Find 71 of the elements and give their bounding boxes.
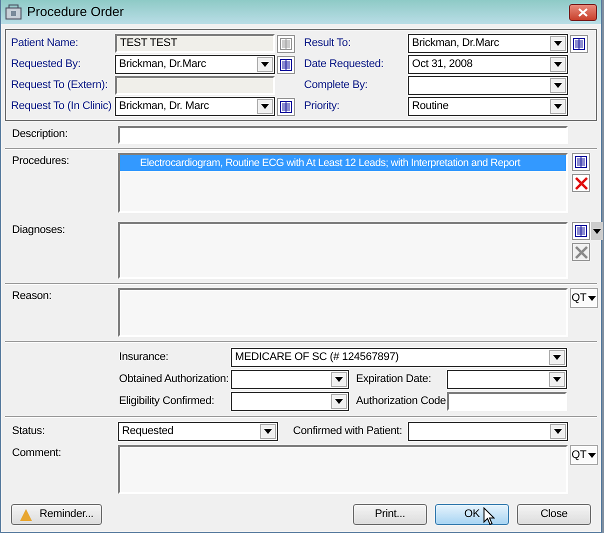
dropdown[interactable] <box>408 76 568 95</box>
text-area[interactable] <box>118 445 568 494</box>
text-field[interactable] <box>447 392 567 410</box>
text-area[interactable] <box>118 288 568 337</box>
dropdown[interactable]: Routine <box>408 97 568 116</box>
dropdown[interactable] <box>231 392 349 410</box>
field-label: Date Requested: <box>304 57 385 72</box>
caret-icon <box>588 296 596 300</box>
field-label: Patient Name: <box>11 36 80 52</box>
dropdown[interactable] <box>447 370 567 388</box>
field-label: Eligibility Confirmed: <box>119 394 216 409</box>
caret-icon <box>554 429 562 434</box>
field-label: Status: <box>12 424 46 440</box>
list-picker-icon[interactable] <box>277 98 295 116</box>
dropdown[interactable]: Requested <box>118 422 278 441</box>
caret-icon <box>554 62 562 67</box>
dialog-button[interactable]: Reminder... <box>11 504 102 525</box>
mouse-cursor-icon <box>483 507 495 526</box>
field-label: Authorization Code: <box>356 394 447 409</box>
caret-icon <box>335 398 343 404</box>
dropdown[interactable] <box>408 422 568 441</box>
caret-icon <box>335 376 343 382</box>
field-label: Result To: <box>304 36 352 52</box>
list-picker-icon[interactable] <box>572 222 590 240</box>
caret-icon <box>261 62 269 67</box>
dropdown[interactable]: Brickman, Dr.Marc <box>408 34 568 53</box>
text-field[interactable] <box>115 76 275 95</box>
field-label: Priority: <box>304 99 340 114</box>
window-icon <box>5 4 22 20</box>
field-label: Diagnoses: <box>12 223 66 238</box>
field-label: Comment: <box>12 446 62 461</box>
field-label: Insurance: <box>119 350 170 365</box>
caret-icon <box>554 83 562 88</box>
quick-text-button[interactable]: QT <box>570 445 598 465</box>
close-icon[interactable] <box>569 4 597 20</box>
caret-icon <box>593 228 601 234</box>
caret-icon <box>553 376 561 382</box>
field-label: Request To (In Clinic) <box>11 99 113 114</box>
list-picker-icon[interactable] <box>277 56 295 74</box>
caret-icon <box>554 104 562 109</box>
text-field[interactable]: TEST TEST <box>115 34 275 53</box>
caret-icon <box>588 452 596 458</box>
dialog-button[interactable]: Close <box>517 504 591 525</box>
dropdown[interactable]: Brickman, Dr.Marc <box>115 55 275 74</box>
field-label: Requested By: <box>11 57 82 72</box>
dropdown[interactable] <box>231 370 349 388</box>
window-title: Procedure Order <box>27 3 124 22</box>
field-label: Description: <box>12 127 69 142</box>
list-picker-icon[interactable] <box>570 34 588 52</box>
dropdown[interactable]: MEDICARE OF SC (# 124567897) <box>231 348 567 366</box>
caret-icon <box>553 354 561 360</box>
field-label: Procedures: <box>12 154 70 169</box>
dialog-button[interactable]: Print... <box>353 504 427 525</box>
caret-icon <box>554 41 562 46</box>
caret-icon <box>261 104 269 109</box>
dropdown[interactable]: Oct 31, 2008 <box>408 55 568 74</box>
field-label: Confirmed with Patient: <box>293 424 404 440</box>
dialog-button[interactable]: OK <box>435 504 509 525</box>
field-label: Reason: <box>12 289 53 304</box>
field-label: Request To (Extern): <box>11 78 109 94</box>
field-label: Complete By: <box>304 78 369 94</box>
text-field[interactable] <box>118 126 568 144</box>
quick-text-button[interactable]: QT <box>570 288 598 308</box>
list-box[interactable] <box>118 222 568 279</box>
field-label: Expiration Date: <box>356 372 432 387</box>
dropdown-button[interactable] <box>591 222 603 240</box>
caret-icon <box>264 429 272 434</box>
delete-icon[interactable] <box>572 174 590 192</box>
dropdown[interactable]: Brickman, Dr. Marc <box>115 97 275 116</box>
list-picker-icon[interactable] <box>572 153 590 171</box>
field-label: Obtained Authorization: <box>119 372 230 387</box>
